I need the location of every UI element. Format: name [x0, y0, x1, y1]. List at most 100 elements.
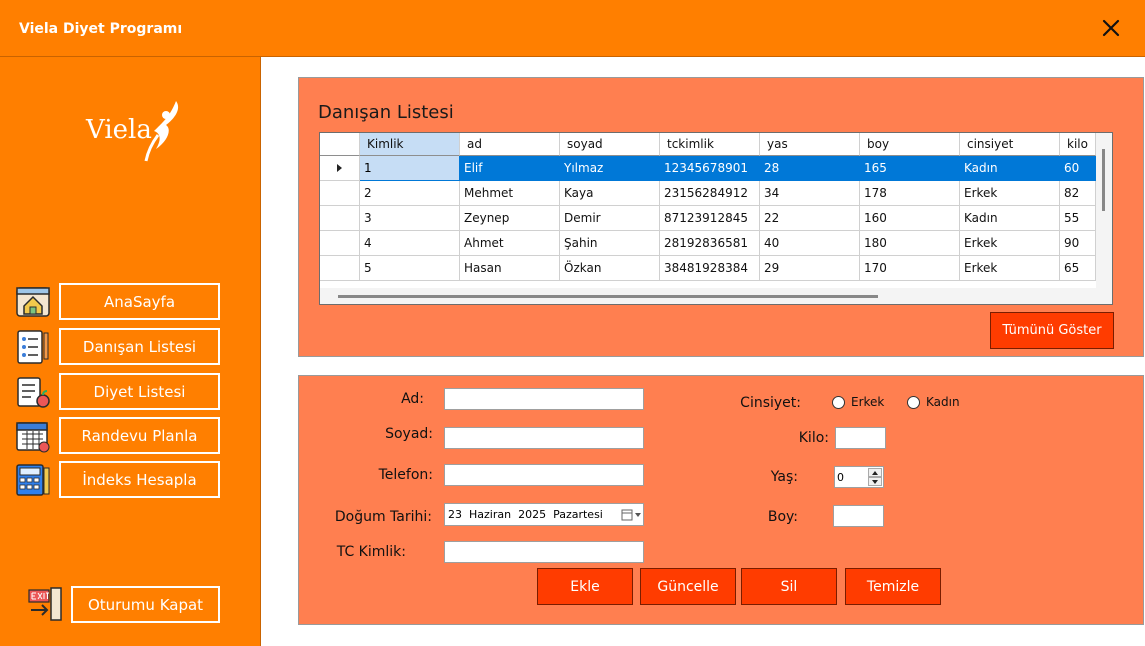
telefon-input[interactable] — [444, 464, 644, 486]
cell-tckimlik[interactable]: 12345678901 — [660, 156, 760, 181]
close-button[interactable] — [1097, 14, 1125, 42]
cell-tckimlik[interactable]: 87123912845 — [660, 206, 760, 231]
birth-date-picker[interactable]: 23 Haziran 2025 Pazartesi — [444, 503, 644, 526]
column-header-ad[interactable]: ad — [460, 133, 560, 156]
cell-soyad[interactable]: Kaya — [560, 181, 660, 206]
add-button[interactable]: Ekle — [537, 568, 633, 605]
cell-boy[interactable]: 165 — [860, 156, 960, 181]
cell-kilo[interactable]: 82 — [1060, 181, 1096, 206]
row-indicator[interactable] — [320, 156, 360, 181]
cell-ad[interactable]: Zeynep — [460, 206, 560, 231]
client-grid[interactable]: Kimlik ad soyad tckimlik yas boy cinsiye… — [319, 132, 1113, 305]
vertical-scrollbar[interactable] — [1096, 133, 1112, 288]
radio-kadin-dot[interactable] — [907, 395, 920, 409]
cell-kilo[interactable]: 60 — [1060, 156, 1096, 181]
boy-input[interactable] — [833, 505, 884, 527]
cell-cinsiyet[interactable]: Kadın — [960, 206, 1060, 231]
column-header-cinsiyet[interactable]: cinsiyet — [960, 133, 1060, 156]
cell-cinsiyet[interactable]: Erkek — [960, 181, 1060, 206]
boy-label: Boy: — [767, 509, 798, 525]
column-header-soyad[interactable]: soyad — [560, 133, 660, 156]
cell-ad[interactable]: Hasan — [460, 256, 560, 281]
cell-kimlik[interactable]: 3 — [360, 206, 460, 231]
cell-boy[interactable]: 160 — [860, 206, 960, 231]
nav-danisan-listesi-button[interactable]: Danışan Listesi — [59, 328, 220, 365]
yas-stepper[interactable]: 0 — [834, 466, 884, 488]
table-row[interactable]: 3 Zeynep Demir 87123912845 22 160 Kadın … — [320, 206, 1096, 231]
cell-soyad[interactable]: Özkan — [560, 256, 660, 281]
cell-kimlik[interactable]: 4 — [360, 231, 460, 256]
row-indicator[interactable] — [320, 206, 360, 231]
ad-input[interactable] — [444, 388, 644, 410]
nav-diyet-listesi-button[interactable]: Diyet Listesi — [59, 373, 220, 410]
row-header-corner — [320, 133, 360, 156]
logout-button[interactable]: Oturumu Kapat — [71, 586, 220, 623]
cell-yas[interactable]: 29 — [760, 256, 860, 281]
column-header-kimlik[interactable]: Kimlik — [360, 133, 460, 156]
update-button[interactable]: Güncelle — [640, 568, 736, 605]
cell-tckimlik[interactable]: 38481928384 — [660, 256, 760, 281]
sidebar: Viela AnaSayfa Danışan Listesi Diyet Lis… — [0, 57, 261, 646]
cell-yas[interactable]: 28 — [760, 156, 860, 181]
cell-tckimlik[interactable]: 23156284912 — [660, 181, 760, 206]
table-row[interactable]: 1 Elif Yılmaz 12345678901 28 165 Kadın 6… — [320, 156, 1096, 181]
cell-kimlik[interactable]: 1 — [360, 156, 460, 181]
cell-boy[interactable]: 180 — [860, 231, 960, 256]
cell-soyad[interactable]: Demir — [560, 206, 660, 231]
cell-kimlik[interactable]: 5 — [360, 256, 460, 281]
column-header-boy[interactable]: boy — [860, 133, 960, 156]
tc-kimlik-input[interactable] — [444, 541, 644, 563]
yas-value[interactable]: 0 — [837, 471, 844, 484]
cell-boy[interactable]: 170 — [860, 256, 960, 281]
column-header-yas[interactable]: yas — [760, 133, 860, 156]
cell-yas[interactable]: 22 — [760, 206, 860, 231]
cell-kilo[interactable]: 55 — [1060, 206, 1096, 231]
cell-kilo[interactable]: 65 — [1060, 256, 1096, 281]
show-all-button[interactable]: Tümünü Göster — [990, 312, 1114, 349]
stepper-up-button[interactable] — [868, 468, 882, 477]
cell-kilo[interactable]: 90 — [1060, 231, 1096, 256]
table-row[interactable]: 5 Hasan Özkan 38481928384 29 170 Erkek 6… — [320, 256, 1096, 281]
nav-indeks-hesapla-button[interactable]: İndeks Hesapla — [59, 461, 220, 498]
cell-soyad[interactable]: Şahin — [560, 231, 660, 256]
row-indicator[interactable] — [320, 181, 360, 206]
table-row[interactable]: 2 Mehmet Kaya 23156284912 34 178 Erkek 8… — [320, 181, 1096, 206]
cell-yas[interactable]: 40 — [760, 231, 860, 256]
column-header-tckimlik[interactable]: tckimlik — [660, 133, 760, 156]
gender-radio-kadin[interactable]: Kadın — [907, 395, 960, 409]
cell-ad[interactable]: Elif — [460, 156, 560, 181]
cell-cinsiyet[interactable]: Erkek — [960, 256, 1060, 281]
cell-ad[interactable]: Mehmet — [460, 181, 560, 206]
cell-yas[interactable]: 34 — [760, 181, 860, 206]
cell-kimlik[interactable]: 2 — [360, 181, 460, 206]
stepper-down-button[interactable] — [868, 477, 882, 486]
row-indicator[interactable] — [320, 256, 360, 281]
row-indicator[interactable] — [320, 231, 360, 256]
calendar-dropdown-icon[interactable] — [621, 509, 643, 521]
table-row[interactable]: 4 Ahmet Şahin 28192836581 40 180 Erkek 9… — [320, 231, 1096, 256]
horizontal-scrollbar[interactable] — [320, 288, 1112, 304]
delete-button[interactable]: Sil — [741, 568, 837, 605]
radio-erkek-dot[interactable] — [832, 395, 845, 409]
vertical-scroll-thumb[interactable] — [1102, 149, 1105, 211]
horizontal-scroll-thumb[interactable] — [338, 295, 878, 298]
close-icon[interactable] — [1097, 14, 1125, 42]
tc-kimlik-label: TC Kimlik: — [336, 544, 406, 560]
stepper-buttons — [868, 468, 882, 486]
cell-ad[interactable]: Ahmet — [460, 231, 560, 256]
cell-cinsiyet[interactable]: Kadın — [960, 156, 1060, 181]
clear-button[interactable]: Temizle — [845, 568, 941, 605]
column-header-kilo[interactable]: kilo — [1060, 133, 1096, 156]
radio-erkek-label: Erkek — [851, 395, 885, 409]
kilo-input[interactable] — [835, 427, 886, 449]
cell-boy[interactable]: 178 — [860, 181, 960, 206]
cell-cinsiyet[interactable]: Erkek — [960, 231, 1060, 256]
cell-tckimlik[interactable]: 28192836581 — [660, 231, 760, 256]
gender-radio-erkek[interactable]: Erkek — [832, 395, 884, 409]
nav-randevu-planla-button[interactable]: Randevu Planla — [59, 417, 220, 454]
cell-soyad[interactable]: Yılmaz — [560, 156, 660, 181]
nav-anasayfa-button[interactable]: AnaSayfa — [59, 283, 220, 320]
cinsiyet-label: Cinsiyet: — [740, 395, 801, 411]
soyad-input[interactable] — [444, 427, 644, 449]
arrow-down-icon — [872, 479, 878, 484]
